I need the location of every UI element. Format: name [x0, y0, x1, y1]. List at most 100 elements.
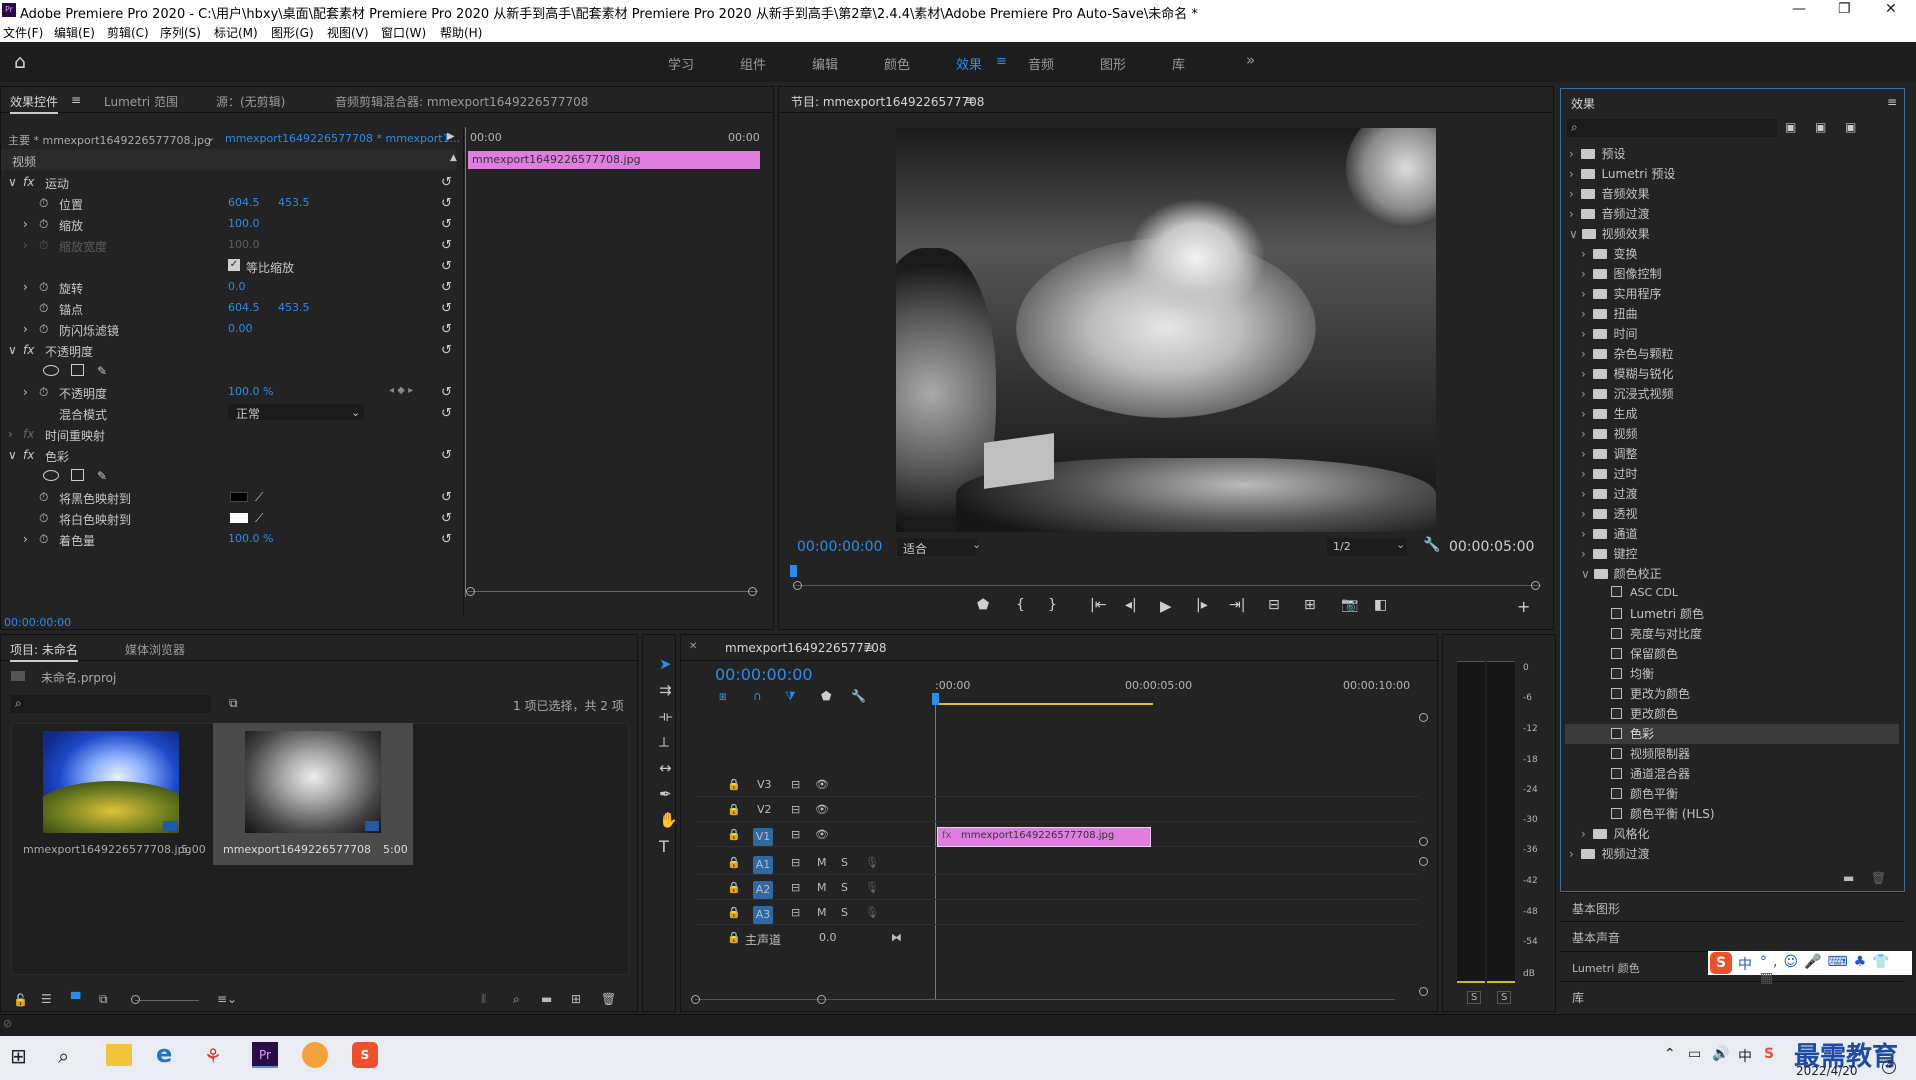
find-icon[interactable]: ⌕ [513, 992, 520, 1007]
track-label[interactable]: V1 [753, 828, 773, 846]
pen-mask-icon[interactable]: ✎ [97, 469, 107, 483]
amount-value[interactable]: 100.0 % [228, 532, 273, 545]
icon-view-icon[interactable]: ▀ [71, 992, 80, 1006]
start-icon[interactable]: ⊞ [10, 1044, 27, 1068]
lock-icon[interactable]: 🔒 [727, 931, 741, 944]
tl-hscroll-right[interactable] [817, 995, 826, 1004]
ime-tray-icon[interactable]: 中 [1738, 1046, 1752, 1066]
tree-presets[interactable]: › 预设 [1569, 145, 1625, 165]
new-bin-icon[interactable]: ▬ [1843, 871, 1854, 885]
fx-brightness-contrast[interactable]: 亮度与对比度 [1611, 625, 1702, 645]
clear-icon[interactable]: 🗑 [601, 992, 616, 1006]
ec-playhead[interactable] [465, 127, 466, 597]
tl-hscroll[interactable] [695, 999, 1395, 1000]
mic-icon[interactable]: 🎙 [865, 856, 879, 869]
reset-icon[interactable]: ↺ [441, 322, 452, 337]
hand-tool-icon[interactable]: ✋ [659, 811, 678, 829]
pen-tool-icon[interactable]: ✒ [659, 785, 672, 803]
reset-icon[interactable]: ↺ [441, 196, 452, 211]
ec-timecode[interactable]: 00:00:00:00 [4, 616, 71, 629]
tl-clip-v1[interactable]: fx mmexport1649226577708.jpg [937, 827, 1151, 847]
tab-effects[interactable]: 效果 [1571, 95, 1595, 112]
ec-zoom-scroll[interactable] [468, 591, 758, 592]
tab-program[interactable]: 节目: mmexport1649226577708 [791, 93, 984, 110]
lock-icon[interactable]: 🔒 [727, 778, 741, 791]
type-tool-icon[interactable]: T [659, 837, 669, 856]
extract-icon[interactable]: ⊞ [1304, 597, 1316, 613]
fx-time-remap[interactable]: › fx 时间重映射 [1, 423, 456, 444]
tl-playhead-head[interactable] [932, 693, 939, 705]
scale-value[interactable]: 100.0 [228, 217, 260, 230]
tree-video-effects[interactable]: ∨ 视频效果 [1569, 225, 1650, 245]
slip-tool-icon[interactable]: ↔ [659, 759, 672, 777]
ws-more-icon[interactable]: » [1246, 51, 1255, 69]
tree-transform[interactable]: › 变换 [1581, 245, 1637, 265]
reset-icon[interactable]: ↺ [441, 343, 452, 358]
yuv-icon[interactable]: ▣ [1845, 120, 1856, 134]
menu-edit[interactable]: 编辑(E) [54, 24, 95, 41]
reset-icon[interactable]: ↺ [441, 448, 452, 463]
master-toggle-icon[interactable]: ⧓ [891, 931, 902, 944]
fx-channel-mixer[interactable]: 通道混合器 [1611, 765, 1690, 785]
close-button[interactable]: ✕ [1885, 1, 1897, 17]
anchor-y[interactable]: 453.5 [278, 301, 310, 314]
tab-menu-icon[interactable]: ≡ [1887, 95, 1897, 109]
mute-button[interactable]: M [817, 906, 827, 919]
position-x[interactable]: 604.5 [228, 196, 260, 209]
ime-toolbar[interactable]: S 中 °,☺🎤⌨♣👕▦ [1708, 951, 1912, 986]
ime-tools-icon[interactable]: °,☺🎤⌨♣👕▦ [1760, 954, 1912, 986]
fit-dropdown-icon[interactable]: ⌄ [972, 538, 981, 551]
tree-transition[interactable]: › 过渡 [1581, 485, 1637, 505]
find-bin-icon[interactable]: ⧉ [229, 696, 238, 711]
tl-vscroll-mid2[interactable] [1419, 857, 1428, 866]
stopwatch-icon[interactable]: ⏱ [39, 322, 48, 337]
add-marker-icon[interactable]: ⬟ [821, 689, 831, 703]
tl-vscroll-mid[interactable] [1419, 837, 1428, 846]
ws-color[interactable]: 颜色 [884, 54, 910, 73]
edge-icon[interactable]: e [156, 1040, 172, 1068]
tree-keying[interactable]: › 键控 [1581, 545, 1637, 565]
settings-wrench-icon[interactable]: 🔧 [851, 689, 866, 703]
eye-icon[interactable]: 👁 [815, 828, 829, 841]
explorer-icon[interactable] [106, 1044, 132, 1066]
sync-icon[interactable]: ⊟ [791, 778, 800, 791]
compare-icon[interactable]: ◧ [1374, 597, 1387, 613]
ellipse-mask-icon[interactable] [43, 365, 59, 376]
32bit-icon[interactable]: ▣ [1815, 120, 1826, 134]
menu-window[interactable]: 窗口(W) [381, 24, 426, 41]
pm-scroll-left[interactable] [793, 581, 802, 590]
search-taskbar-icon[interactable]: ⌕ [58, 1044, 69, 1068]
effects-search-input[interactable]: ⌕ [1567, 119, 1777, 137]
tree-distort[interactable]: › 扭曲 [1581, 305, 1637, 325]
marker-icon[interactable]: ⬟ [977, 597, 989, 613]
tree-video-transitions[interactable]: › 视频过渡 [1569, 845, 1649, 865]
fit-select[interactable]: 适合 [897, 538, 977, 556]
fx-asc-cdl[interactable]: ASC CDL [1611, 585, 1678, 605]
pm-playhead[interactable] [790, 565, 797, 577]
tree-immersive[interactable]: › 沉浸式视频 [1581, 385, 1673, 405]
notification-badge[interactable]: 4 [1882, 1060, 1896, 1074]
opacity-value[interactable]: 100.0 % [228, 385, 273, 398]
uniform-scale-checkbox[interactable]: ✓ [228, 259, 240, 271]
mark-out-icon[interactable]: } [1048, 597, 1057, 613]
stopwatch-icon[interactable]: ⏱ [39, 385, 48, 400]
premiere-taskbar-icon[interactable]: Pr [252, 1042, 278, 1068]
tab-menu-icon[interactable]: ≡ [71, 93, 81, 107]
keyframe-nav-icon[interactable]: ◂ ◆ ▸ [389, 385, 413, 396]
ws-editing[interactable]: 编辑 [812, 54, 838, 73]
black-swatch[interactable] [230, 492, 248, 502]
reset-icon[interactable]: ↺ [441, 406, 452, 421]
sogou-taskbar-icon[interactable]: S [352, 1042, 378, 1068]
tl-hscroll-left[interactable] [691, 995, 700, 1004]
project-search-input[interactable]: ⌕ [11, 695, 211, 713]
accelerated-icon[interactable]: ▣ [1785, 120, 1796, 134]
mic-icon[interactable]: 🎙 [865, 906, 879, 919]
sync-icon[interactable]: ⊟ [791, 906, 800, 919]
tree-generate[interactable]: › 生成 [1581, 405, 1637, 425]
sync-icon[interactable]: ⊟ [791, 856, 800, 869]
fx-video-limiter[interactable]: 视频限制器 [1611, 745, 1690, 765]
fx-equalize[interactable]: 均衡 [1611, 665, 1654, 685]
stopwatch-icon[interactable]: ⏱ [39, 490, 48, 505]
sync-icon[interactable]: ⊟ [791, 881, 800, 894]
tab-effect-controls[interactable]: 效果控件 [10, 93, 59, 114]
